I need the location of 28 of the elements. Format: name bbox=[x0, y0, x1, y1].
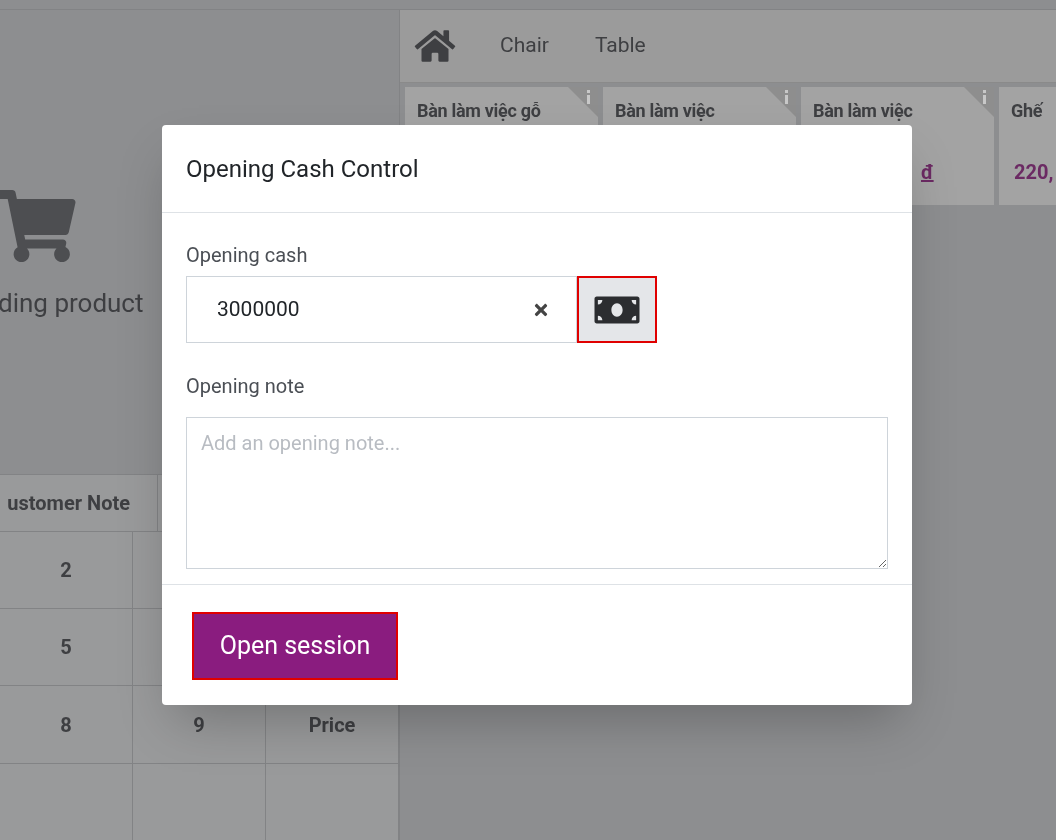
cash-details-button[interactable] bbox=[577, 276, 657, 343]
home-icon[interactable] bbox=[414, 28, 456, 64]
numpad-key[interactable]: 2 bbox=[0, 531, 133, 609]
category-tab[interactable]: Table bbox=[594, 30, 646, 62]
loading-text: ding product bbox=[0, 287, 144, 320]
product-name: Bàn làm việc bbox=[813, 99, 913, 123]
numpad-key[interactable]: 5 bbox=[0, 609, 133, 686]
cash-input-field[interactable]: 3000000 bbox=[186, 276, 577, 343]
field-label: Opening note bbox=[186, 373, 306, 400]
info-icon[interactable] bbox=[964, 87, 994, 117]
product-card[interactable]: Ghế 220, bbox=[999, 87, 1056, 205]
product-name: Bàn làm việc bbox=[615, 99, 715, 123]
info-icon[interactable] bbox=[568, 87, 598, 117]
info-icon[interactable] bbox=[766, 87, 796, 117]
product-name: Bàn làm việc gỗ bbox=[417, 99, 541, 123]
product-name: Ghế bbox=[1011, 99, 1043, 123]
numpad-key[interactable] bbox=[133, 763, 266, 840]
customer-note-button[interactable]: ustomer Note bbox=[0, 474, 158, 531]
cart-icon bbox=[0, 190, 78, 262]
category-tab[interactable]: Chair bbox=[500, 30, 549, 62]
numpad-key[interactable]: 8 bbox=[0, 686, 133, 763]
field-label: Opening cash bbox=[186, 242, 309, 269]
note-field[interactable]: Add an opening note... bbox=[186, 417, 888, 569]
dialog-title: Opening Cash Control bbox=[186, 153, 419, 185]
product-price: đ bbox=[920, 159, 935, 186]
product-price: 220, bbox=[1013, 159, 1055, 186]
numpad-key[interactable] bbox=[266, 763, 399, 840]
open-session-button[interactable]: Open session bbox=[192, 612, 398, 680]
